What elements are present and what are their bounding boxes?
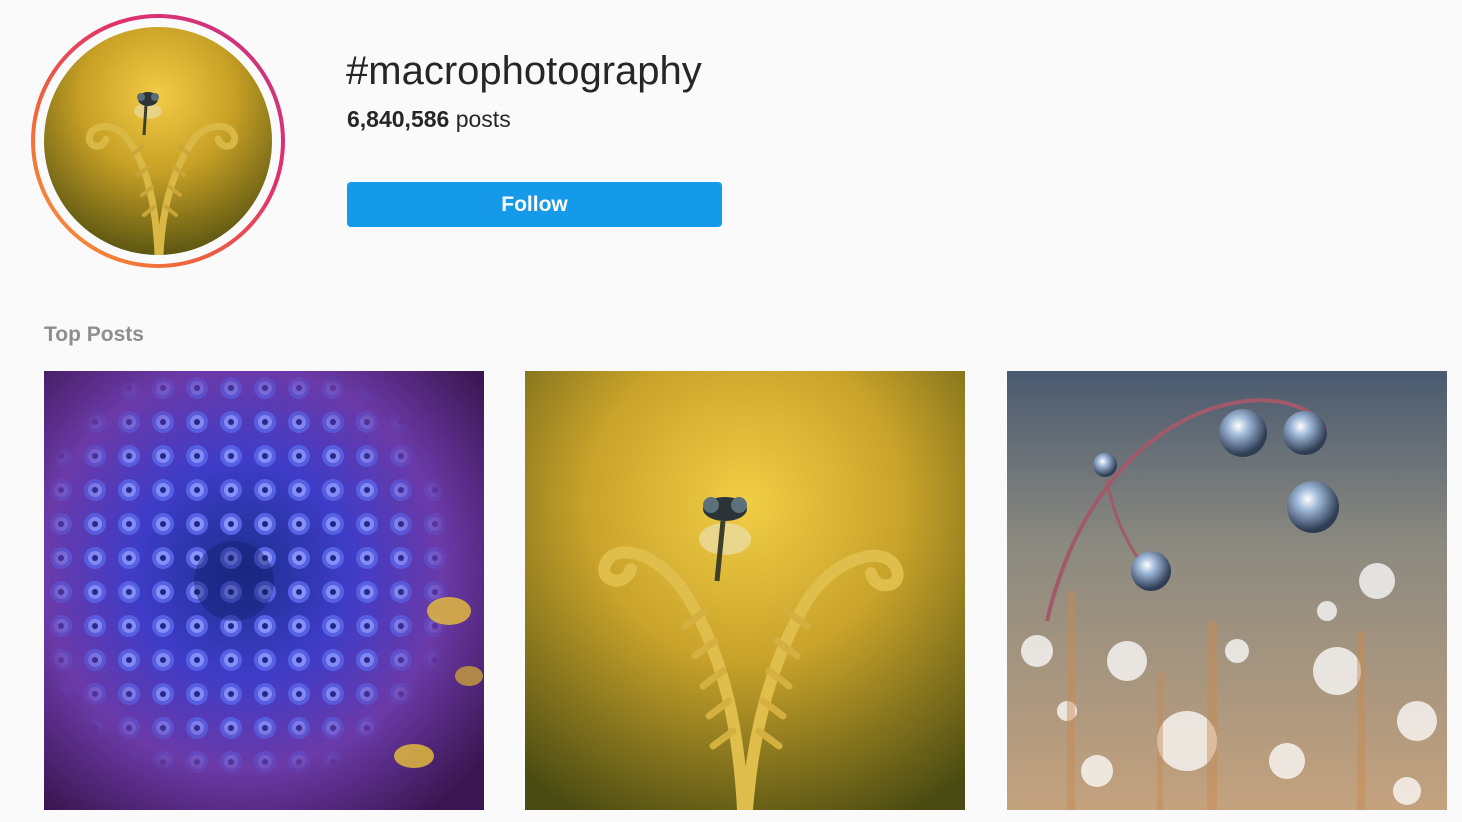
damselfly-fern-image: [525, 371, 965, 810]
hashtag-title: #macrophotography: [346, 49, 702, 93]
hashtag-page: #macrophotography 6,840,586 posts Follow…: [0, 0, 1462, 822]
follow-button[interactable]: Follow: [347, 182, 722, 227]
post-count: 6,840,586 posts: [347, 103, 511, 135]
post-count-number: 6,840,586: [347, 106, 450, 132]
top-post-3[interactable]: [1007, 371, 1447, 810]
top-post-1[interactable]: [44, 371, 484, 810]
top-post-2[interactable]: [525, 371, 965, 810]
fern-damselfly-image: [44, 27, 272, 255]
dew-drops-image: [1007, 371, 1447, 810]
hashtag-avatar[interactable]: [44, 27, 272, 255]
purple-flower-image: [44, 371, 484, 810]
top-posts-heading: Top Posts: [44, 323, 144, 346]
post-count-label: posts: [455, 106, 511, 132]
hashtag-avatar-story-ring[interactable]: [31, 14, 285, 268]
